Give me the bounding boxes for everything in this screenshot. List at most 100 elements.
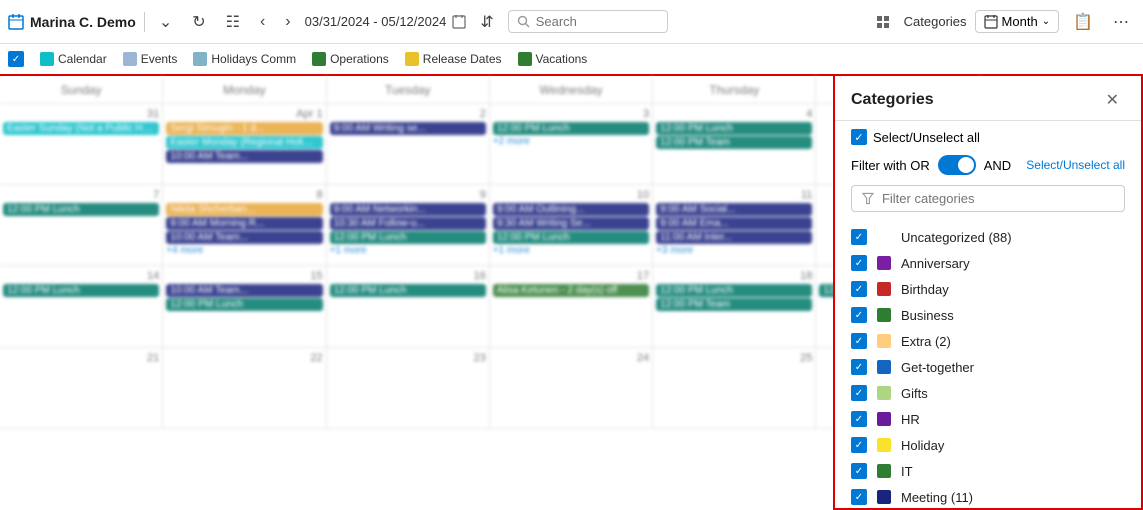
event-pill[interactable]: 9:00 AM Morning R... [166, 217, 322, 230]
category-list-item[interactable]: ✓Uncategorized (88) [835, 224, 1141, 250]
category-list-item[interactable]: ✓Holiday [835, 432, 1141, 458]
event-pill[interactable]: 9:00 AM Outlining... [493, 203, 649, 216]
category-checkbox[interactable]: ✓ [851, 333, 867, 349]
category-checkbox[interactable]: ✓ [851, 489, 867, 505]
calendar-color [40, 52, 54, 66]
category-list-item[interactable]: ✓Extra (2) [835, 328, 1141, 354]
view-btn[interactable]: ☷ [220, 8, 246, 36]
holidays-color [193, 52, 207, 66]
category-checkbox[interactable]: ✓ [851, 359, 867, 375]
and-label: AND [984, 158, 1011, 173]
month-selector[interactable]: Month ⌄ [975, 10, 1060, 33]
next-btn[interactable]: › [279, 9, 296, 35]
more-events-link[interactable]: +1 more [493, 245, 649, 256]
more-events-link[interactable]: +1 more [330, 245, 486, 256]
event-pill[interactable]: 9:30 AM Writing Se... [493, 217, 649, 230]
event-pill[interactable]: 10:30 AM Follow-u... [330, 217, 486, 230]
category-bar: Calendar Events Holidays Comm Operations… [0, 44, 1143, 76]
event-pill[interactable]: 12:00 PM Lunch [166, 298, 322, 311]
event-pill[interactable]: 9:00 AM Writing se... [330, 122, 486, 135]
category-color [877, 308, 891, 322]
event-pill[interactable]: 12:00 PM Lunch [493, 231, 649, 244]
event-pill[interactable]: 12:00 PM Team [656, 298, 812, 311]
day-number: 3 [493, 106, 649, 122]
event-pill[interactable]: 12:00 PM Lunch [3, 203, 159, 216]
categories-label[interactable]: Categories [904, 14, 967, 29]
filter-categories-input[interactable] [882, 191, 1114, 206]
day-cell: 412:00 PM Lunch12:00 PM Team [653, 104, 816, 185]
select-unselect-btn[interactable]: Select/Unselect all [1026, 158, 1125, 172]
event-pill[interactable]: 12:00 PM Lunch [3, 284, 159, 297]
event-pill[interactable]: 11:00 AM Inter... [656, 231, 812, 244]
category-checkbox[interactable]: ✓ [851, 385, 867, 401]
event-pill[interactable]: 10:00 AM Team... [166, 231, 322, 244]
category-list-item[interactable]: ✓IT [835, 458, 1141, 484]
event-pill[interactable]: 12:00 PM Lunch [330, 284, 486, 297]
category-checkbox[interactable]: ✓ [851, 281, 867, 297]
category-item-vacations[interactable]: Vacations [518, 52, 588, 66]
event-pill[interactable]: 12:00 PM Lunch [330, 231, 486, 244]
event-pill[interactable]: 12:00 PM Lunch [656, 284, 812, 297]
share-btn[interactable]: 📋 [1067, 8, 1099, 36]
panel-header: Categories ✕ [835, 76, 1141, 121]
event-pill[interactable]: 10:00 AM Team... [166, 284, 322, 297]
or-and-toggle[interactable] [938, 155, 976, 175]
more-btn[interactable]: ⋯ [1107, 8, 1135, 36]
search-input[interactable] [536, 14, 636, 29]
event-pill[interactable]: 12:00 PM Lunch [493, 122, 649, 135]
all-checkbox[interactable] [8, 51, 24, 67]
category-checkbox[interactable]: ✓ [851, 437, 867, 453]
category-list-item[interactable]: ✓Anniversary [835, 250, 1141, 276]
release-label: Release Dates [423, 52, 502, 66]
category-checkbox[interactable]: ✓ [851, 307, 867, 323]
calendar-label: Calendar [58, 52, 107, 66]
event-pill[interactable]: 12:00 PM Lunch [656, 122, 812, 135]
event-pill[interactable]: 9:00 AM Networkin... [330, 203, 486, 216]
select-unselect-all[interactable]: ✓ Select/Unselect all [851, 129, 980, 145]
event-pill[interactable]: Easter Monday (Regional Holiday) [166, 136, 322, 149]
category-checkbox[interactable]: ✓ [851, 229, 867, 245]
event-pill[interactable]: 12:00 PM Team [656, 136, 812, 149]
categories-list: ✓Uncategorized (88)✓Anniversary✓Birthday… [835, 220, 1141, 508]
category-checkbox[interactable]: ✓ [851, 411, 867, 427]
category-list-item[interactable]: ✓Business [835, 302, 1141, 328]
refresh-btn[interactable]: ↻ [186, 8, 211, 36]
event-pill[interactable]: 9:00 AM Ema... [656, 217, 812, 230]
category-item-operations[interactable]: Operations [312, 52, 389, 66]
category-list-item[interactable]: ✓Get-together [835, 354, 1141, 380]
event-pill[interactable]: 9:00 AM Social... [656, 203, 812, 216]
event-pill[interactable]: Nikita Shcherban... [166, 203, 322, 216]
more-events-link[interactable]: +2 more [493, 136, 649, 147]
category-name: Birthday [901, 282, 949, 297]
category-item-calendar[interactable]: Calendar [40, 52, 107, 66]
category-list-item[interactable]: ✓Meeting (11) [835, 484, 1141, 508]
category-list-item[interactable]: ✓Gifts [835, 380, 1141, 406]
day-number: 4 [656, 106, 812, 122]
event-pill[interactable]: Alisa Ketunen - 2 day(s) off [493, 284, 649, 297]
more-events-link[interactable]: +3 more [656, 245, 812, 256]
prev-btn[interactable]: ‹ [254, 9, 271, 35]
dropdown-btn[interactable]: ⌄ [153, 8, 178, 36]
more-events-link[interactable]: +4 more [166, 245, 322, 256]
category-item-holidays[interactable]: Holidays Comm [193, 52, 296, 66]
event-pill[interactable]: Easter Sunday (Not a Public Holiday) [3, 122, 159, 135]
category-item-release[interactable]: Release Dates [405, 52, 502, 66]
category-checkbox[interactable]: ✓ [851, 255, 867, 271]
category-list-item[interactable]: ✓ Birthday [835, 276, 1141, 302]
categories-icon-btn[interactable] [870, 11, 896, 33]
event-pill[interactable]: Sergi Simugín - 1 d... [166, 122, 322, 135]
category-list-item[interactable]: ✓HR [835, 406, 1141, 432]
filter-or-label: Filter with OR [851, 158, 930, 173]
day-number: 7 [3, 187, 159, 203]
category-color [877, 360, 891, 374]
close-panel-btn[interactable]: ✕ [1100, 88, 1125, 112]
all-check[interactable] [8, 51, 24, 67]
filter-toggle-row: Filter with OR AND [851, 155, 1011, 175]
event-pill[interactable]: 10:00 AM Team... [166, 150, 322, 163]
category-checkbox[interactable]: ✓ [851, 463, 867, 479]
sort-btn[interactable]: ⇵ [474, 8, 499, 36]
day-cell: 1812:00 PM Lunch12:00 PM Team [653, 266, 816, 347]
search-box [508, 10, 668, 33]
select-all-checkbox[interactable]: ✓ [851, 129, 867, 145]
category-item-events[interactable]: Events [123, 52, 178, 66]
